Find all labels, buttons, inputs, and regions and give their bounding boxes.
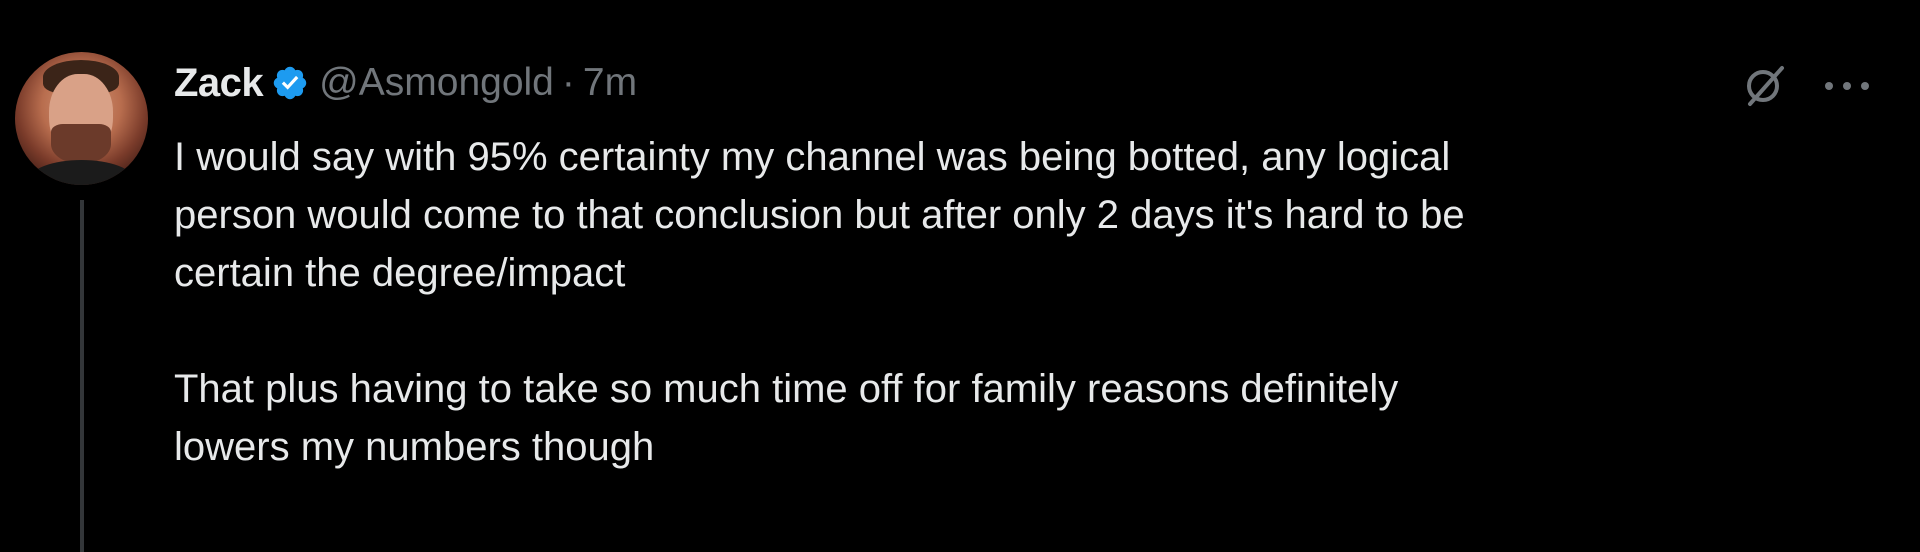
tweet-text: I would say with 95% certainty my channe… <box>174 128 1814 476</box>
avatar[interactable] <box>15 52 148 185</box>
avatar-beard <box>51 124 111 164</box>
tweet-header: Zack @Asmongold · 7m <box>174 58 637 108</box>
tweet-line: certain the degree/impact <box>174 251 626 295</box>
tweet-line: person would come to that conclusion but… <box>174 193 1465 237</box>
author-name[interactable]: Zack <box>174 61 264 106</box>
avatar-shirt <box>29 160 134 185</box>
grok-icon[interactable] <box>1742 62 1788 108</box>
more-options-icon[interactable] <box>1822 80 1872 92</box>
separator-dot: · <box>561 61 575 104</box>
thread-line <box>80 200 84 552</box>
verified-badge-icon <box>273 66 307 100</box>
tweet[interactable]: Zack @Asmongold · 7m I would say with 95… <box>0 0 1920 552</box>
tweet-line: That plus having to take so much time of… <box>174 367 1399 411</box>
tweet-line: lowers my numbers though <box>174 425 655 469</box>
timestamp[interactable]: 7m <box>583 61 637 105</box>
author-handle[interactable]: @Asmongold <box>319 61 554 105</box>
tweet-line: I would say with 95% certainty my channe… <box>174 135 1451 179</box>
